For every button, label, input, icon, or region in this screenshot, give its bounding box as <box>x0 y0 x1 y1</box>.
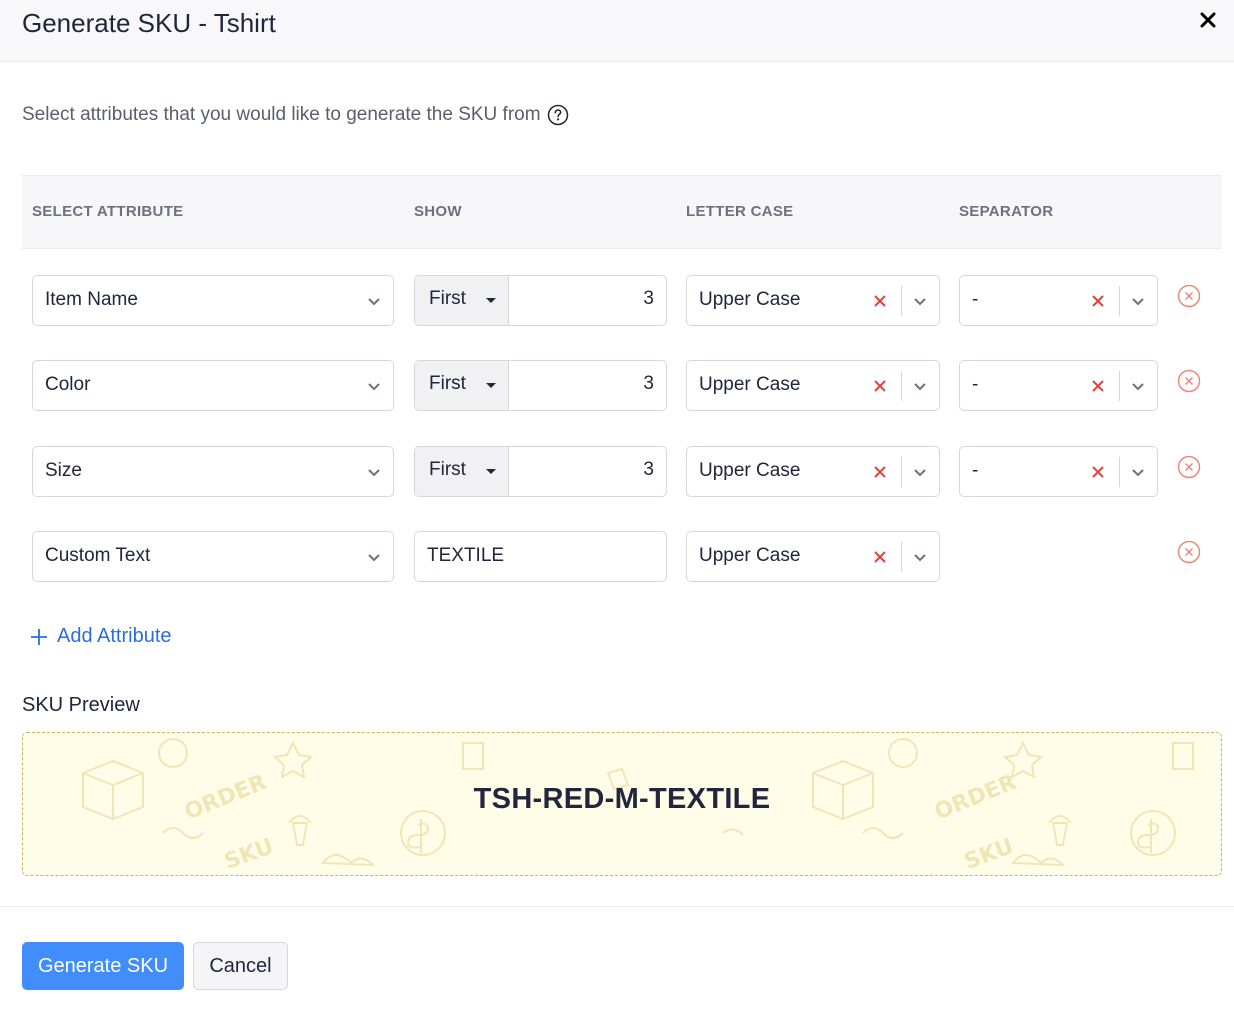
doodle-word: SKU <box>221 834 277 875</box>
separator-select[interactable]: - <box>959 275 1158 326</box>
dialog-header: Generate SKU - Tshirt <box>0 0 1234 62</box>
header-select-attribute: SELECT ATTRIBUTE <box>32 203 184 220</box>
letter-case-select[interactable]: Upper Case <box>686 446 940 497</box>
show-mode-value: First <box>429 288 466 309</box>
show-input-group: First 3 <box>414 360 667 411</box>
select-divider <box>1119 457 1120 487</box>
show-mode-dropdown[interactable]: First <box>415 276 509 325</box>
attribute-value: Custom Text <box>45 545 151 566</box>
clear-icon[interactable] <box>873 379 887 393</box>
chevron-down-icon[interactable] <box>913 553 927 563</box>
custom-text-input[interactable]: TEXTILE <box>414 531 667 582</box>
chevron-down-icon[interactable] <box>913 468 927 478</box>
select-divider <box>901 542 902 572</box>
clear-icon[interactable] <box>1091 379 1105 393</box>
footer-divider <box>0 906 1234 907</box>
remove-row-icon[interactable] <box>1177 455 1201 479</box>
show-mode-value: First <box>429 373 466 394</box>
letter-case-value: Upper Case <box>699 545 801 566</box>
caret-down-icon <box>486 469 496 474</box>
attribute-select[interactable]: Item Name <box>32 275 394 326</box>
instructions-label: Select attributes that you would like to… <box>22 104 541 125</box>
attribute-value: Item Name <box>45 289 138 310</box>
chevron-down-icon[interactable] <box>913 297 927 307</box>
letter-case-select[interactable]: Upper Case <box>686 531 940 582</box>
chevron-down-icon[interactable] <box>913 382 927 392</box>
separator-select[interactable]: - <box>959 446 1158 497</box>
remove-row-icon[interactable] <box>1177 284 1201 308</box>
add-attribute-button[interactable]: Add Attribute <box>30 625 172 648</box>
show-mode-dropdown[interactable]: First <box>415 361 509 410</box>
caret-down-icon <box>486 383 496 388</box>
show-input-group: First 3 <box>414 275 667 326</box>
close-icon[interactable] <box>1194 6 1222 34</box>
clear-icon[interactable] <box>873 294 887 308</box>
header-letter-case: LETTER CASE <box>686 203 794 220</box>
chevron-down-icon[interactable] <box>1131 297 1145 307</box>
attribute-value: Color <box>45 374 91 395</box>
header-separator: SEPARATOR <box>959 203 1054 220</box>
table-header: SELECT ATTRIBUTE SHOW LETTER CASE SEPARA… <box>22 175 1222 249</box>
chevron-down-icon <box>368 469 380 477</box>
cancel-button[interactable]: Cancel <box>193 942 288 990</box>
caret-down-icon <box>486 298 496 303</box>
show-mode-value: First <box>429 459 466 480</box>
custom-text-value: TEXTILE <box>427 545 505 566</box>
chevron-down-icon <box>368 554 380 562</box>
select-divider <box>901 457 902 487</box>
attribute-select[interactable]: Size <box>32 446 394 497</box>
instructions-text: Select attributes that you would like to… <box>22 104 569 126</box>
show-mode-dropdown[interactable]: First <box>415 447 509 496</box>
sku-preview-value: TSH-RED-M-TEXTILE <box>473 783 771 815</box>
letter-case-select[interactable]: Upper Case <box>686 275 940 326</box>
clear-icon[interactable] <box>873 465 887 479</box>
add-attribute-label: Add Attribute <box>57 625 172 647</box>
header-show: SHOW <box>414 203 462 220</box>
separator-value: - <box>972 374 979 395</box>
separator-select[interactable]: - <box>959 360 1158 411</box>
plus-icon <box>31 628 47 645</box>
chevron-down-icon[interactable] <box>1131 382 1145 392</box>
clear-icon[interactable] <box>1091 465 1105 479</box>
separator-value: - <box>972 460 979 481</box>
letter-case-value: Upper Case <box>699 289 801 310</box>
attribute-select[interactable]: Custom Text <box>32 531 394 582</box>
select-divider <box>1119 286 1120 316</box>
show-input-group: First 3 <box>414 446 667 497</box>
letter-case-value: Upper Case <box>699 374 801 395</box>
separator-value: - <box>972 289 979 310</box>
sku-preview-label: SKU Preview <box>22 694 140 716</box>
remove-row-icon[interactable] <box>1177 369 1201 393</box>
show-count-input[interactable]: 3 <box>643 373 654 395</box>
attribute-value: Size <box>45 460 82 481</box>
remove-row-icon[interactable] <box>1177 540 1201 564</box>
chevron-down-icon <box>368 298 380 306</box>
generate-sku-button[interactable]: Generate SKU <box>22 942 184 990</box>
dialog-title: Generate SKU - Tshirt <box>22 8 276 38</box>
show-count-input[interactable]: 3 <box>643 288 654 310</box>
help-icon[interactable] <box>547 104 569 126</box>
clear-icon[interactable] <box>1091 294 1105 308</box>
show-count-input[interactable]: 3 <box>643 459 654 481</box>
select-divider <box>901 371 902 401</box>
select-divider <box>901 286 902 316</box>
sku-preview-box: ORDER SKU ORDER SKU TSH-RED-M-TEXTILE <box>22 732 1222 876</box>
chevron-down-icon <box>368 383 380 391</box>
letter-case-select[interactable]: Upper Case <box>686 360 940 411</box>
letter-case-value: Upper Case <box>699 460 801 481</box>
doodle-word: SKU <box>961 834 1017 875</box>
chevron-down-icon[interactable] <box>1131 468 1145 478</box>
attribute-select[interactable]: Color <box>32 360 394 411</box>
clear-icon[interactable] <box>873 550 887 564</box>
select-divider <box>1119 371 1120 401</box>
